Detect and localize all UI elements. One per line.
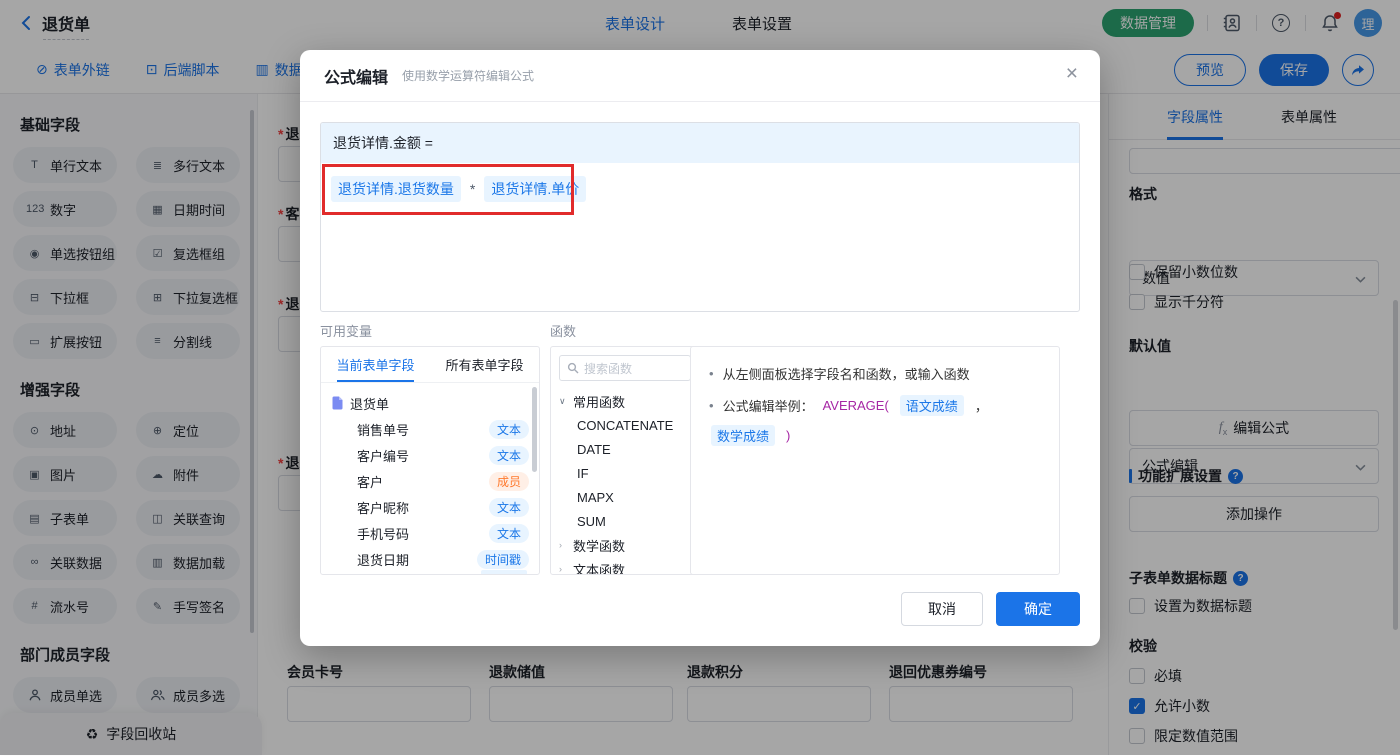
modal-footer: 取消 确定 xyxy=(901,592,1080,626)
variable-type-badge: 文本 xyxy=(488,497,529,517)
function-item-IF[interactable]: IF xyxy=(559,461,691,485)
function-group-常用函数[interactable]: ∨ 常用函数 xyxy=(559,389,691,413)
variables-tab-1[interactable]: 所有表单字段 xyxy=(430,347,539,382)
help-tip-2: • 公式编辑举例： AVERAGE( 语文成绩 ， 数学成绩) xyxy=(709,395,1041,446)
chevron-right-icon: › xyxy=(559,564,562,574)
variables-tab-0[interactable]: 当前表单字段 xyxy=(321,347,430,382)
help-example-arg: 语文成绩 xyxy=(899,395,964,416)
formula-expression: 退货详情.退货数量 * 退货详情.单价 xyxy=(321,163,1079,215)
variable-type-badge: 文本 xyxy=(488,523,529,543)
variables-scrollbar[interactable] xyxy=(532,387,537,472)
help-example-prefix: 公式编辑举例： xyxy=(722,399,814,414)
bullet-icon: • xyxy=(709,398,714,413)
cancel-button[interactable]: 取消 xyxy=(901,592,983,626)
variable-name: 客户编号 xyxy=(357,448,410,464)
help-example-function-close: ) xyxy=(786,428,791,443)
function-item-DATE[interactable]: DATE xyxy=(559,437,691,461)
modal-subtitle: 使用数学运算符编辑公式 xyxy=(402,69,535,83)
function-item-SUM[interactable]: SUM xyxy=(559,509,691,533)
help-example-arg: 数学成绩 xyxy=(711,425,776,446)
variable-name: 销售单号 xyxy=(357,422,410,438)
search-placeholder: 搜索函数 xyxy=(584,361,633,376)
formula-editor[interactable]: 退货详情.金额 = 退货详情.退货数量 * 退货详情.单价 xyxy=(320,122,1080,312)
bullet-icon: • xyxy=(709,366,714,381)
variable-item-销售单号[interactable]: 销售单号 文本 xyxy=(331,416,529,442)
variable-item-退货日期[interactable]: 退货日期 时间戳 xyxy=(331,546,529,572)
variable-item-客户编号[interactable]: 客户编号 文本 xyxy=(331,442,529,468)
functions-panel: 搜索函数 ∨ 常用函数 CONCATENATE DATE IF MAPX SUM › 数学函数 ›… xyxy=(550,346,700,575)
confirm-button[interactable]: 确定 xyxy=(996,592,1080,626)
functions-label: 函数 xyxy=(550,324,577,339)
variable-item-客户昵称[interactable]: 客户昵称 文本 xyxy=(331,494,529,520)
variables-tabs: 当前表单字段 所有表单字段 xyxy=(321,347,539,383)
function-item-MAPX[interactable]: MAPX xyxy=(559,485,691,509)
variable-item-客户[interactable]: 客户 成员 xyxy=(331,468,529,494)
variable-type-badge: 文本 xyxy=(488,419,529,439)
variable-type-badge: 成员 xyxy=(488,471,529,491)
variables-label: 可用变量 xyxy=(320,324,373,339)
partial-badge xyxy=(481,570,527,574)
variable-type-badge: 时间戳 xyxy=(476,549,529,569)
help-example-separator: ， xyxy=(974,399,988,414)
function-group-label: 文本函数 xyxy=(573,562,626,575)
variable-name: 客户昵称 xyxy=(357,500,410,516)
function-group-文本函数[interactable]: › 文本函数 xyxy=(559,557,691,575)
formula-operator: * xyxy=(469,181,476,197)
variable-item-手机号码[interactable]: 手机号码 文本 xyxy=(331,520,529,546)
variable-name: 退货日期 xyxy=(357,552,410,568)
formula-target: 退货详情.金额 = xyxy=(321,123,1079,163)
formula-help-panel: • 从左侧面板选择字段名和函数，或输入函数 • 公式编辑举例： AVERAGE( 语… xyxy=(690,346,1060,575)
variable-name: 手机号码 xyxy=(357,526,410,542)
variable-name: 客户 xyxy=(357,474,384,490)
function-group-label: 数学函数 xyxy=(573,538,626,554)
function-search-input[interactable]: 搜索函数 xyxy=(559,355,691,381)
chevron-down-icon: ∨ xyxy=(559,395,566,406)
close-icon[interactable]: × xyxy=(1066,63,1078,84)
formula-field-token[interactable]: 退货详情.单价 xyxy=(484,176,587,202)
variables-tree: 退货单 销售单号 文本 客户编号 文本 客户 成员 客户昵称 文本 手机号码 文本 退货日期 时间戳 xyxy=(321,383,539,574)
function-tree: ∨ 常用函数 CONCATENATE DATE IF MAPX SUM › 数学函数 › 文本函数 xyxy=(551,389,699,575)
variables-root-node[interactable]: 退货单 xyxy=(331,390,529,416)
variables-panel: 当前表单字段 所有表单字段 退货单 销售单号 文本 客户编号 文本 客户 成员 客户昵称 文本 手机… xyxy=(320,346,540,575)
function-group-label: 常用函数 xyxy=(573,394,626,410)
search-icon xyxy=(567,362,579,374)
function-item-CONCATENATE[interactable]: CONCATENATE xyxy=(559,413,691,437)
form-doc-icon xyxy=(332,396,343,410)
modal-header: 公式编辑 使用数学运算符编辑公式 × xyxy=(300,50,1100,102)
formula-field-token[interactable]: 退货详情.退货数量 xyxy=(331,176,461,202)
formula-edit-modal: 公式编辑 使用数学运算符编辑公式 × 退货详情.金额 = 退货详情.退货数量 * 退… xyxy=(300,50,1100,646)
modal-title: 公式编辑 xyxy=(324,69,389,87)
help-tip-1: • 从左侧面板选择字段名和函数，或输入函数 xyxy=(709,366,970,382)
variable-type-badge: 文本 xyxy=(488,445,529,465)
variables-root-label: 退货单 xyxy=(350,396,390,412)
function-group-数学函数[interactable]: › 数学函数 xyxy=(559,533,691,557)
help-example-function-open: AVERAGE( xyxy=(822,398,889,413)
chevron-right-icon: › xyxy=(559,540,562,550)
